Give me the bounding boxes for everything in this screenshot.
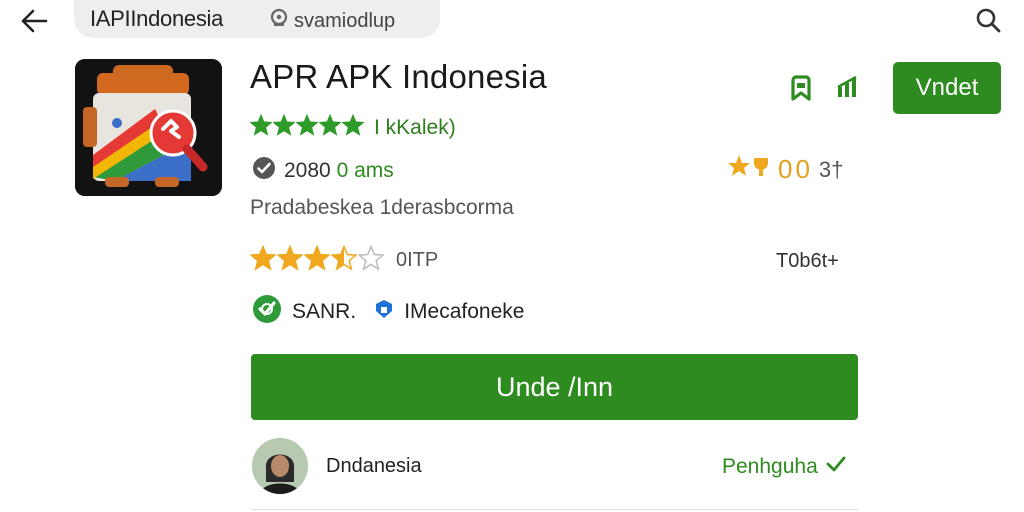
- address-title: IAPIIndonesia: [90, 6, 224, 31]
- search-icon[interactable]: [972, 4, 1004, 36]
- reviewer-name: Dndanesia: [326, 454, 422, 477]
- app-description: Pradabeskea 1derasbcorma: [250, 196, 514, 219]
- star-icon: [357, 244, 385, 276]
- divider: [251, 509, 858, 510]
- verified-shield-icon: [252, 294, 282, 329]
- downloads-count: 2080: [284, 158, 331, 182]
- header-actions: [790, 75, 862, 106]
- signal-icon[interactable]: [836, 75, 862, 106]
- check-circle-icon: [252, 156, 276, 185]
- developer-name[interactable]: SANR.: [292, 300, 356, 324]
- address-sub: svamiodlup: [270, 8, 395, 34]
- publisher-name[interactable]: IMecafoneke: [404, 300, 524, 324]
- back-arrow-icon[interactable]: [18, 6, 50, 36]
- downloads-unit: 0 ams: [336, 158, 394, 182]
- score-unit: 3†: [818, 156, 844, 182]
- star-icon: [272, 113, 296, 141]
- score-value: 00: [778, 154, 813, 184]
- reviewer-row: Dndanesia: [252, 438, 422, 494]
- star-icon: [341, 113, 365, 141]
- star-icon: [330, 244, 358, 276]
- checkmark-icon: [826, 455, 846, 479]
- green-star-rating: [249, 113, 365, 141]
- rating-count: I kKalek): [374, 115, 456, 139]
- star-icon: [249, 113, 273, 141]
- lock-icon: [270, 8, 288, 34]
- star-icon: [303, 244, 331, 276]
- gold-star-rating: [249, 244, 385, 276]
- star-icon: [318, 113, 342, 141]
- star-icon: [276, 244, 304, 276]
- install-button-top[interactable]: Vndet: [893, 62, 1001, 114]
- downloads-row: 2080 0 ams: [252, 156, 394, 185]
- star-icon: [249, 244, 277, 276]
- address-bar[interactable]: IAPIIndonesia svamiodlup: [74, 0, 440, 38]
- follow-label: Penhguha: [722, 455, 818, 478]
- app-icon: [75, 59, 222, 196]
- size-label: T0b6t+: [776, 250, 839, 272]
- rating-row: I kKalek): [249, 113, 456, 141]
- star-icon: [295, 113, 319, 141]
- install-button-main[interactable]: Unde /Inn: [251, 354, 858, 420]
- address-domain: svamiodlup: [294, 9, 396, 32]
- score-row: 00 3†: [728, 154, 843, 185]
- avatar[interactable]: [252, 438, 308, 494]
- rating-label: 0ITP: [396, 249, 439, 271]
- downloads-text: 2080 0 ams: [284, 159, 394, 183]
- rating-row-secondary: 0ITP: [249, 244, 439, 276]
- bookmark-icon[interactable]: [790, 75, 812, 106]
- app-title: APR APK Indonesia: [250, 58, 547, 95]
- developer-row: SANR. IMecafoneke: [252, 294, 524, 329]
- follow-button[interactable]: Penhguha: [722, 455, 846, 479]
- trophy-star-icon: [728, 154, 772, 185]
- publisher-icon: [374, 299, 394, 324]
